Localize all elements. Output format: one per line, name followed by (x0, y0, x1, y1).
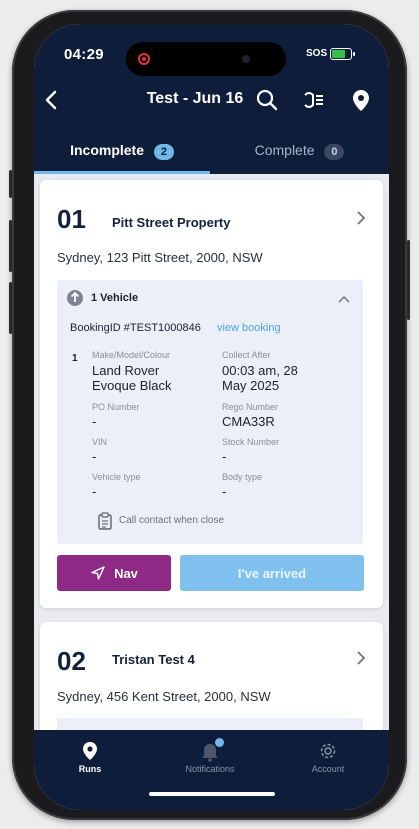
search-button[interactable] (254, 86, 280, 114)
bottom-nav-notifications[interactable]: Notifications (160, 738, 260, 774)
collect-line2: May 2025 (222, 378, 280, 393)
reorder-button[interactable] (300, 86, 326, 114)
body-type-value: - (222, 484, 227, 499)
vehicle-panel (57, 718, 363, 730)
rego-value: CMA33R (222, 414, 275, 429)
property-name: Pitt Street Property (112, 215, 231, 230)
po-value: - (92, 414, 97, 429)
vehicle-type-label: Vehicle type (92, 472, 141, 482)
vin-label: VIN (92, 437, 108, 447)
dynamic-island (126, 42, 286, 76)
arrived-button-label: I've arrived (237, 565, 307, 581)
arrived-button[interactable]: I've arrived (180, 555, 364, 591)
view-booking-link[interactable]: view booking (217, 322, 281, 334)
stock-label: Stock Number (222, 437, 280, 447)
body-type-label: Body type (222, 472, 263, 482)
collect-label: Collect After (222, 350, 271, 360)
run-card[interactable]: 02 Tristan Test 4 Sydney, 456 Kent Stree… (40, 622, 383, 730)
make-line2: Evoque Black (92, 378, 172, 393)
vehicle-count: 1 Vehicle (91, 292, 139, 304)
tab-bar: Incomplete 2 Complete 0 (34, 136, 389, 174)
tab-complete[interactable]: Complete 0 (210, 136, 389, 174)
property-address: Sydney, 123 Pitt Street, 2000, NSW (57, 250, 263, 265)
sos-label: SOS (306, 48, 328, 59)
gear-icon (320, 743, 336, 759)
tab-complete-label: Complete (254, 142, 315, 158)
make-label: Make/Model/Colour (92, 350, 171, 360)
battery-icon (330, 48, 355, 60)
rego-label: Rego Number (222, 402, 279, 412)
location-pin-icon (83, 742, 97, 760)
contact-note: Call contact when close (119, 515, 225, 526)
tab-incomplete[interactable]: Incomplete 2 (34, 136, 210, 174)
tab-incomplete-count: 2 (153, 144, 174, 160)
bottom-nav-account-label: Account (311, 764, 345, 774)
camera-icon (242, 55, 250, 63)
vin-value: - (92, 449, 97, 464)
chevron-right-icon[interactable] (353, 210, 369, 226)
nav-button[interactable]: Nav (57, 555, 171, 591)
phone-screen: 04:29 SOS Test - Jun 16 Incomplete 2 Com… (34, 24, 389, 810)
home-indicator[interactable] (149, 792, 275, 796)
bottom-nav-runs[interactable]: Runs (40, 740, 140, 774)
top-bar: 04:29 SOS Test - Jun 16 Incomplete 2 Com… (34, 24, 389, 174)
reorder-icon (304, 92, 323, 108)
bottom-nav-runs-label: Runs (78, 764, 102, 774)
volume-down-button (9, 282, 12, 334)
stock-value: - (222, 449, 227, 464)
action-button (9, 170, 12, 198)
run-card[interactable]: 01 Pitt Street Property Sydney, 123 Pitt… (40, 180, 383, 608)
collapse-button[interactable] (337, 292, 351, 304)
tab-complete-count: 0 (324, 144, 345, 160)
bottom-nav-account[interactable]: Account (278, 740, 378, 774)
stop-number: 02 (57, 646, 86, 676)
bottom-nav: Runs Notifications Account (34, 730, 389, 810)
recording-icon (138, 53, 150, 65)
property-address: Sydney, 456 Kent Street, 2000, NSW (57, 689, 271, 704)
vehicle-type-value: - (92, 484, 97, 499)
bottom-nav-notifications-label: Notifications (185, 764, 235, 774)
run-list[interactable]: 01 Pitt Street Property Sydney, 123 Pitt… (34, 174, 389, 730)
collect-line1: 00:03 am, 28 (222, 363, 298, 378)
status-bar: 04:29 SOS (34, 42, 389, 76)
power-button (407, 240, 410, 320)
chevron-left-icon (45, 90, 57, 110)
map-button[interactable] (348, 86, 374, 114)
tab-incomplete-label: Incomplete (70, 142, 144, 158)
vehicle-panel: 1 Vehicle BookingID #TEST1000846 view bo… (57, 280, 363, 544)
chevron-up-icon (338, 295, 350, 303)
volume-up-button (9, 220, 12, 272)
booking-id: BookingID #TEST1000846 (70, 322, 201, 334)
clipboard-icon (97, 512, 113, 530)
back-button[interactable] (40, 86, 64, 114)
vehicle-index: 1 (72, 353, 78, 364)
navigation-arrow-icon (91, 566, 105, 580)
header-nav: Test - Jun 16 (34, 84, 389, 116)
nav-button-label: Nav (114, 565, 138, 581)
property-name: Tristan Test 4 (112, 652, 195, 667)
status-time: 04:29 (64, 46, 104, 63)
page-title: Test - Jun 16 (146, 90, 244, 107)
vehicle-info-icon (67, 290, 83, 306)
search-icon (256, 89, 278, 111)
stop-number: 01 (57, 204, 86, 234)
notification-dot (215, 738, 224, 747)
chevron-right-icon[interactable] (353, 650, 369, 666)
location-pin-icon (353, 90, 369, 111)
make-line1: Land Rover (92, 363, 160, 378)
po-label: PO Number (92, 402, 140, 412)
